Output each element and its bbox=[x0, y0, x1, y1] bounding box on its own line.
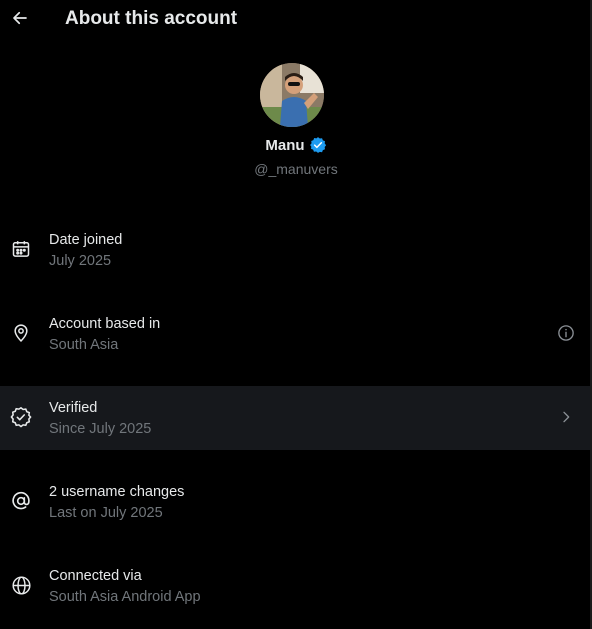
info-icon bbox=[558, 325, 574, 341]
location-pin-icon bbox=[10, 322, 32, 344]
username-handle: @_manuvers bbox=[254, 161, 338, 177]
verified-row[interactable]: Verified Since July 2025 bbox=[0, 386, 590, 450]
row-label: 2 username changes bbox=[49, 484, 185, 500]
calendar-icon bbox=[10, 238, 32, 260]
name-row: Manu bbox=[0, 136, 592, 154]
row-value: South Asia bbox=[49, 337, 119, 353]
row-value: Since July 2025 bbox=[49, 421, 152, 437]
row-label: Account based in bbox=[49, 316, 161, 332]
display-name: Manu bbox=[265, 136, 305, 154]
row-value: Last on July 2025 bbox=[49, 505, 163, 521]
username-changes-row: 2 username changes Last on July 2025 bbox=[0, 470, 590, 534]
chevron-right-icon bbox=[556, 407, 576, 427]
back-button[interactable] bbox=[8, 6, 32, 30]
row-value: South Asia Android App bbox=[49, 589, 201, 605]
date-joined-row: Date joined July 2025 bbox=[0, 218, 590, 282]
account-based-in-row: Account based in South Asia bbox=[0, 302, 590, 366]
top-bar: About this account bbox=[0, 0, 592, 38]
info-button[interactable] bbox=[556, 323, 576, 343]
verified-check-icon bbox=[10, 406, 32, 428]
globe-icon bbox=[10, 574, 32, 596]
row-value: July 2025 bbox=[49, 253, 112, 269]
verified-badge-icon bbox=[309, 137, 326, 153]
page-title: About this account bbox=[65, 8, 238, 29]
avatar[interactable] bbox=[260, 63, 324, 127]
arrow-left-icon bbox=[13, 11, 27, 25]
connected-via-row: Connected via South Asia Android App bbox=[0, 554, 590, 618]
row-label: Connected via bbox=[49, 568, 142, 584]
row-label: Date joined bbox=[49, 232, 123, 248]
at-sign-icon bbox=[10, 490, 32, 512]
row-label: Verified bbox=[49, 400, 98, 416]
